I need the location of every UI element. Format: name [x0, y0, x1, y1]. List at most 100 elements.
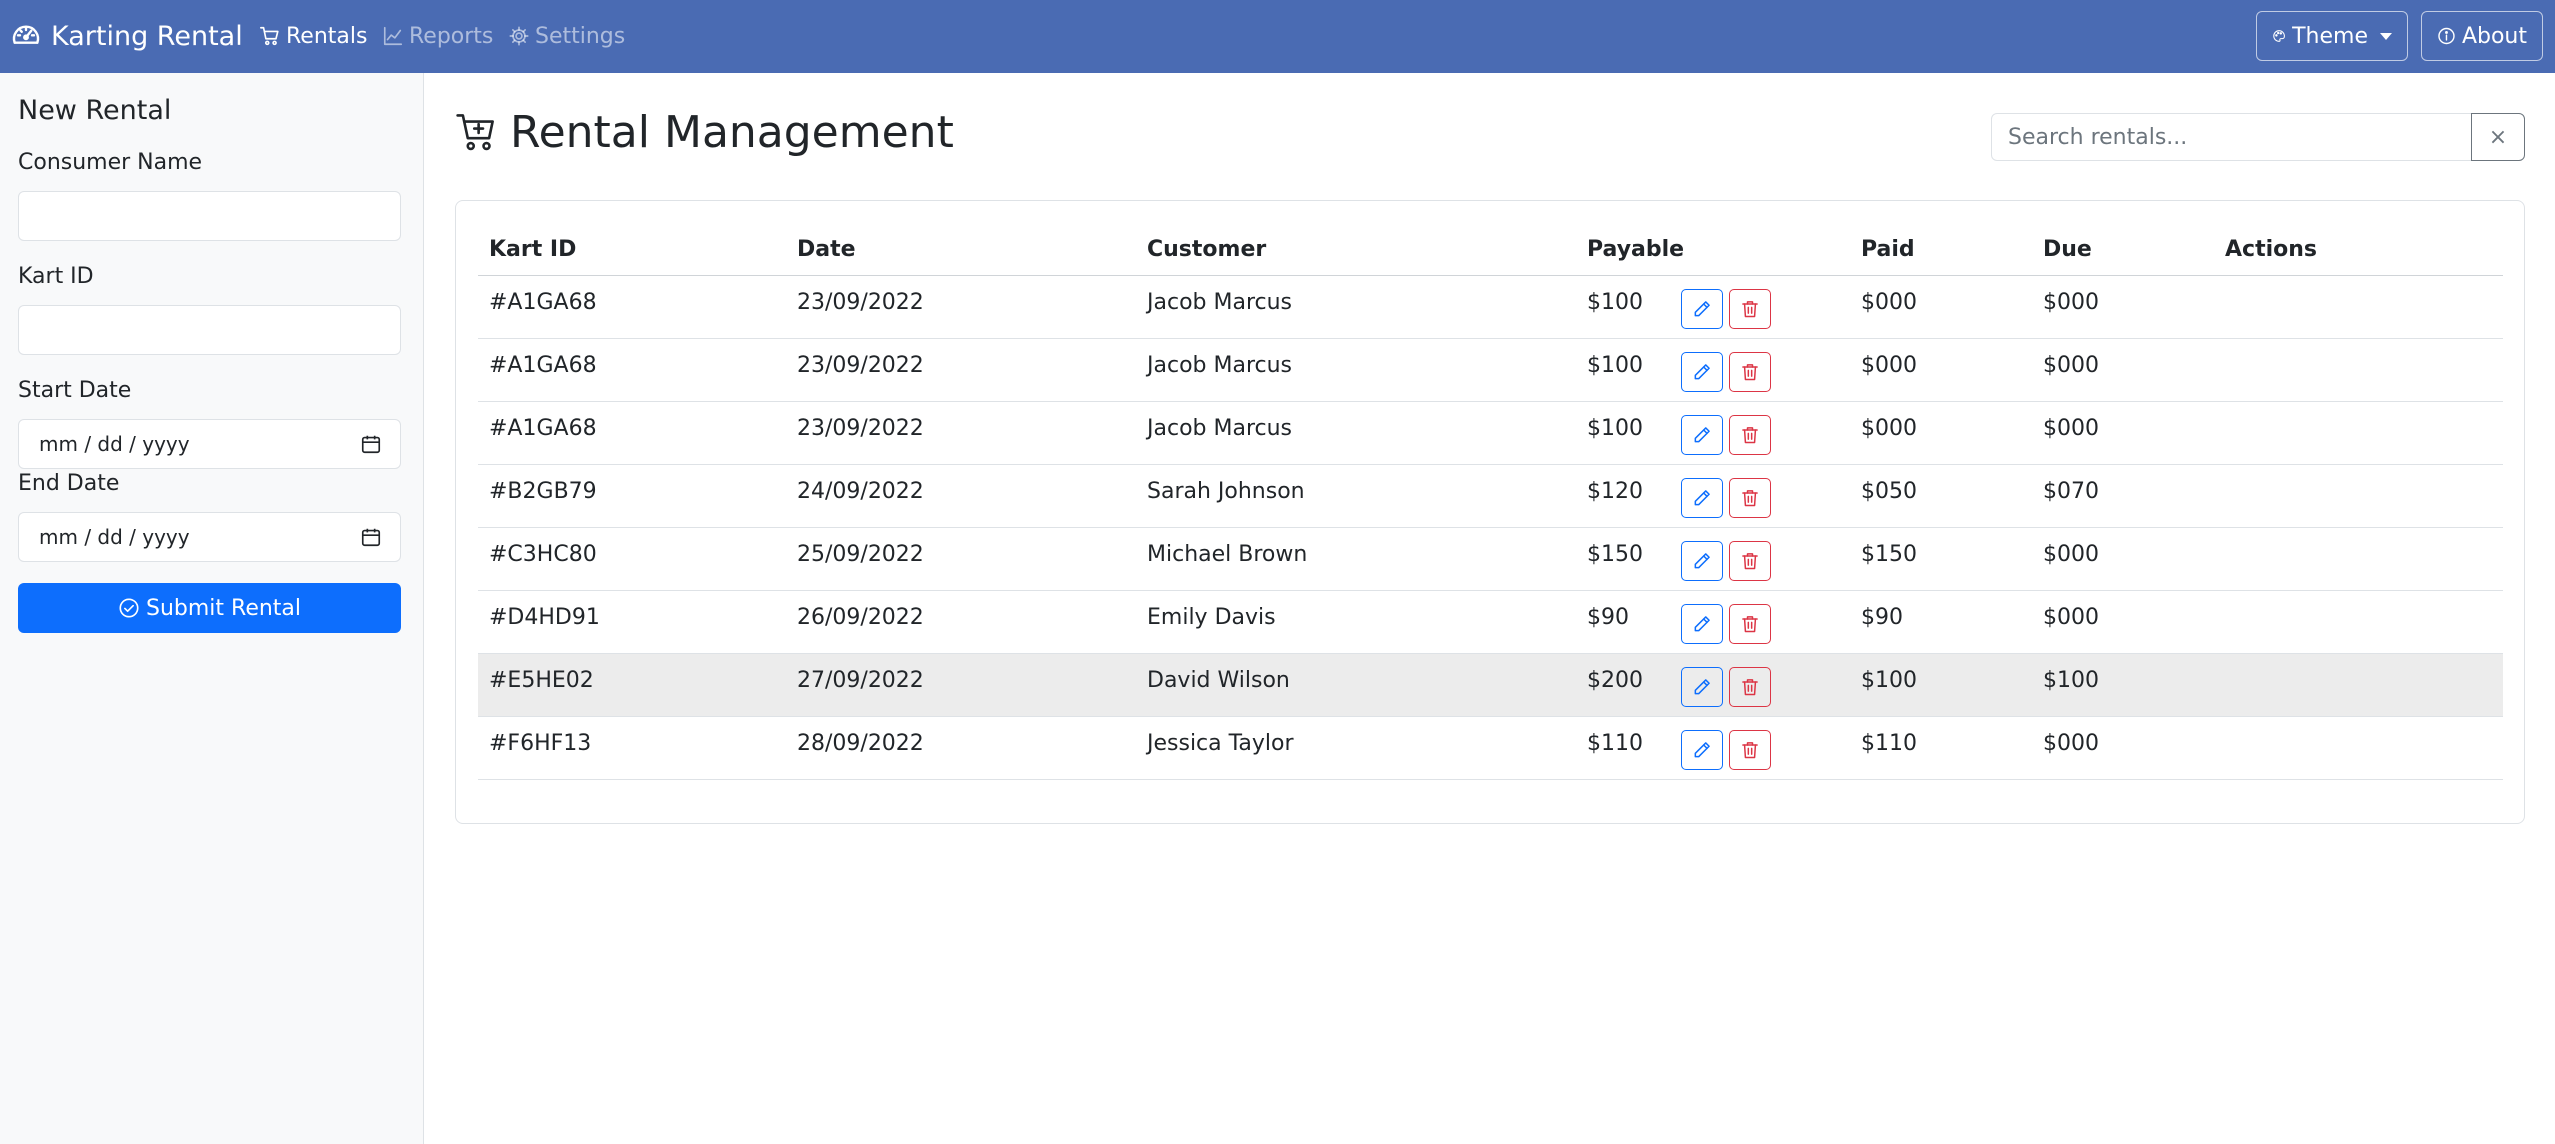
search-input[interactable]	[1991, 113, 2472, 161]
edit-button[interactable]	[1681, 730, 1723, 770]
trash-icon	[1742, 616, 1758, 633]
cell-payable: $100	[1587, 290, 1643, 315]
edit-button[interactable]	[1681, 415, 1723, 455]
cell-due: $070	[2043, 479, 2099, 504]
nav-reports[interactable]: Reports	[382, 16, 493, 56]
pencil-icon	[1694, 742, 1710, 758]
cell-payable: $110	[1587, 731, 1643, 756]
nav-reports-label: Reports	[409, 23, 494, 49]
search-clear-button[interactable]: ×	[2471, 113, 2525, 161]
edit-button[interactable]	[1681, 604, 1723, 644]
edit-button[interactable]	[1681, 541, 1723, 581]
column-header-payable: Payable	[1587, 237, 1685, 262]
trash-icon	[1742, 742, 1758, 759]
edit-button[interactable]	[1681, 667, 1723, 707]
theme-dropdown-button[interactable]: Theme	[2256, 11, 2408, 61]
edit-button[interactable]	[1681, 352, 1723, 392]
edit-button[interactable]	[1681, 478, 1723, 518]
table-row[interactable]: #C3HC80 25/09/2022 Michael Brown $150 $150 $0…	[478, 528, 2503, 591]
calendar-icon[interactable]	[360, 433, 382, 455]
delete-button[interactable]	[1729, 352, 1771, 392]
trash-icon	[1742, 679, 1758, 696]
cell-due: $000	[2043, 731, 2099, 756]
table-row[interactable]: #B2GB79 24/09/2022 Sarah Johnson $120 $050 $0…	[478, 465, 2503, 528]
column-header-date: Date	[797, 237, 856, 262]
pencil-icon	[1694, 679, 1710, 695]
table-row[interactable]: #E5HE02 27/09/2022 David Wilson $200 $100 $10…	[478, 654, 2503, 717]
cell-kart-id: #A1GA68	[489, 353, 597, 378]
sidebar-title: New Rental	[18, 95, 172, 126]
cell-customer: Michael Brown	[1147, 542, 1308, 567]
nav-rentals[interactable]: Rentals	[259, 16, 367, 56]
cell-due: $000	[2043, 542, 2099, 567]
cell-paid: $110	[1861, 731, 1917, 756]
table-row[interactable]: #A1GA68 23/09/2022 Jacob Marcus $100 $000 $00…	[478, 276, 2503, 339]
nav-rentals-label: Rentals	[286, 23, 368, 49]
trash-icon	[1742, 490, 1758, 507]
brand[interactable]: Karting Rental	[10, 16, 243, 56]
cell-due: $100	[2043, 668, 2099, 693]
delete-button[interactable]	[1729, 604, 1771, 644]
pencil-icon	[1694, 427, 1710, 443]
brand-label: Karting Rental	[51, 20, 243, 52]
cell-kart-id: #C3HC80	[489, 542, 597, 567]
cell-kart-id: #A1GA68	[489, 290, 597, 315]
trash-icon	[1742, 427, 1758, 444]
cell-payable: $100	[1587, 353, 1643, 378]
delete-button[interactable]	[1729, 667, 1771, 707]
page-title-text: Rental Management	[510, 106, 954, 158]
cell-paid: $050	[1861, 479, 1917, 504]
trash-icon	[1742, 553, 1758, 570]
cell-payable: $150	[1587, 542, 1643, 567]
cell-customer: Emily Davis	[1147, 605, 1276, 630]
cell-date: 26/09/2022	[797, 605, 924, 630]
cell-customer: Jacob Marcus	[1147, 353, 1293, 378]
column-header-due: Due	[2043, 237, 2092, 262]
table-row[interactable]: #D4HD91 26/09/2022 Emily Davis $90 $90 $000	[478, 591, 2503, 654]
cell-date: 24/09/2022	[797, 479, 924, 504]
start-date-placeholder: mm / dd / yyyy	[39, 432, 190, 456]
delete-button[interactable]	[1729, 415, 1771, 455]
info-circle-icon	[2438, 27, 2455, 45]
delete-button[interactable]	[1729, 730, 1771, 770]
cell-payable: $200	[1587, 668, 1643, 693]
cell-kart-id: #F6HF13	[489, 731, 592, 756]
cart-icon	[260, 26, 279, 46]
cell-date: 23/09/2022	[797, 353, 924, 378]
delete-button[interactable]	[1729, 541, 1771, 581]
graph-up-icon	[383, 26, 403, 46]
nav-settings[interactable]: Settings	[508, 16, 625, 56]
consumer-name-input[interactable]	[18, 191, 401, 241]
calendar-icon[interactable]	[360, 526, 382, 548]
column-header-kart-id: Kart ID	[489, 237, 577, 262]
cell-paid: $100	[1861, 668, 1917, 693]
cell-paid: $000	[1861, 290, 1917, 315]
about-button[interactable]: About	[2421, 11, 2543, 61]
navbar: Karting Rental Rentals Reports Settings …	[0, 0, 2555, 73]
table-row[interactable]: #F6HF13 28/09/2022 Jessica Taylor $110 $110 $…	[478, 717, 2503, 780]
about-label: About	[2461, 23, 2527, 49]
table-row[interactable]: #A1GA68 23/09/2022 Jacob Marcus $100 $000 $00…	[478, 339, 2503, 402]
palette-icon	[2273, 30, 2285, 42]
delete-button[interactable]	[1729, 289, 1771, 329]
cart-plus-icon	[456, 114, 494, 151]
cell-kart-id: #B2GB79	[489, 479, 597, 504]
cell-date: 25/09/2022	[797, 542, 924, 567]
submit-rental-label: Submit Rental	[145, 595, 302, 621]
start-date-input[interactable]: mm / dd / yyyy	[18, 419, 401, 469]
submit-rental-button[interactable]: Submit Rental	[18, 583, 401, 633]
delete-button[interactable]	[1729, 478, 1771, 518]
kart-id-input[interactable]	[18, 305, 401, 355]
trash-icon	[1742, 364, 1758, 381]
column-header-actions: Actions	[2225, 237, 2317, 262]
cell-due: $000	[2043, 290, 2099, 315]
cell-paid: $000	[1861, 416, 1917, 441]
end-date-input[interactable]: mm / dd / yyyy	[18, 512, 401, 562]
cell-customer: Jacob Marcus	[1147, 290, 1293, 315]
trash-icon	[1742, 301, 1758, 318]
edit-button[interactable]	[1681, 289, 1723, 329]
cell-customer: Jacob Marcus	[1147, 416, 1293, 441]
pencil-icon	[1694, 301, 1710, 317]
cell-customer: Jessica Taylor	[1147, 731, 1294, 756]
table-row[interactable]: #A1GA68 23/09/2022 Jacob Marcus $100 $000 $00…	[478, 402, 2503, 465]
